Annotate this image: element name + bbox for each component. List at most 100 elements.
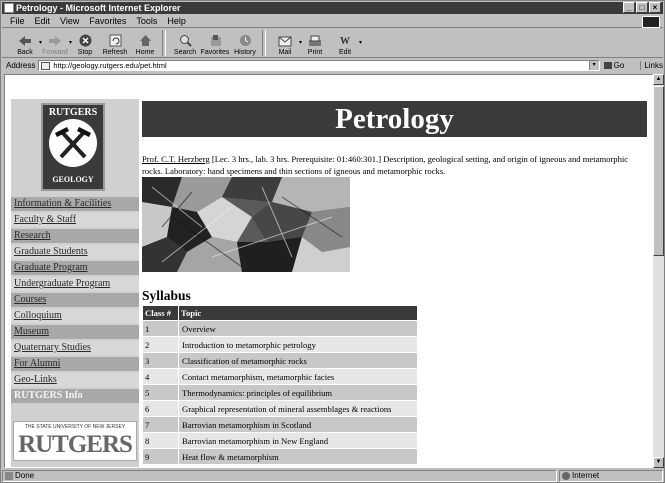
nav-undergraduate-program[interactable]: Undergraduate Program — [11, 277, 139, 291]
links-button[interactable]: Links — [640, 61, 663, 70]
mail-label: Mail — [278, 49, 292, 56]
history-label: History — [234, 49, 256, 56]
class-topic: Graphical representation of mineral asse… — [178, 400, 418, 417]
forward-button[interactable]: Forward ▾ — [40, 29, 72, 57]
sidebar: RUTGERS GEOLOGY Information & Facilities… — [11, 99, 139, 467]
menu-view[interactable]: View — [60, 15, 79, 27]
address-input[interactable]: http://geology.rutgers.edu/pet.html ▾ — [38, 60, 600, 71]
close-button[interactable]: × — [649, 2, 661, 13]
search-icon — [178, 34, 192, 47]
refresh-button[interactable]: Refresh — [100, 29, 130, 57]
history-button[interactable]: History — [230, 29, 260, 57]
menu-tools[interactable]: Tools — [136, 15, 157, 27]
toolbar-separator — [262, 30, 266, 56]
stop-label: Stop — [77, 49, 93, 56]
logo-bottom-text: GEOLOGY — [52, 175, 94, 184]
nav-faculty-staff[interactable]: Faculty & Staff — [11, 213, 139, 227]
class-topic: Contact metamorphism, metamorphic facies — [178, 368, 418, 385]
svg-text:W: W — [340, 36, 350, 47]
table-row: 1 Overview — [142, 320, 418, 337]
zone-text: Internet — [572, 471, 600, 480]
minimize-button[interactable]: _ — [623, 2, 635, 13]
address-dropdown-button[interactable]: ▾ — [588, 61, 599, 70]
favorites-button[interactable]: Favorites — [200, 29, 230, 57]
forward-label: Forward — [42, 49, 68, 56]
windows-logo-throbber-icon — [642, 16, 660, 28]
menu-bar: File Edit View Favorites Tools Help — [2, 15, 663, 28]
page-icon — [41, 62, 51, 70]
page-viewport: RUTGERS GEOLOGY Information & Facilities… — [4, 74, 653, 468]
table-row: 3 Classification of metamorphic rocks — [142, 352, 418, 369]
favorites-label: Favorites — [200, 49, 230, 56]
back-button[interactable]: Back ▾ — [10, 29, 42, 57]
nav-courses[interactable]: Courses — [11, 293, 139, 307]
nav-research[interactable]: Research — [11, 229, 139, 243]
column-header-class: Class # — [142, 305, 179, 321]
page-done-icon — [5, 472, 13, 480]
go-button[interactable]: Go — [603, 61, 624, 70]
table-row: 8 Barrovian metamorphism in New England — [142, 432, 418, 449]
mail-icon — [278, 34, 292, 47]
nav-graduate-program[interactable]: Graduate Program — [11, 261, 139, 275]
nav-graduate-students[interactable]: Graduate Students — [11, 245, 139, 259]
class-topic: Introduction to metamorphic petrology — [178, 336, 418, 353]
maximize-button[interactable]: □ — [636, 2, 648, 13]
course-description: Prof. C.T. Herzberg [Lec. 3 hrs., lab. 3… — [142, 153, 647, 177]
title-bar: Petrology - Microsoft Internet Explorer … — [2, 2, 663, 14]
column-header-topic: Topic — [178, 305, 418, 321]
scroll-thumb[interactable] — [653, 86, 664, 256]
class-number: 5 — [142, 384, 179, 401]
menu-favorites[interactable]: Favorites — [89, 15, 126, 27]
nav-museum[interactable]: Museum — [11, 325, 139, 339]
menu-edit[interactable]: Edit — [35, 15, 51, 27]
table-row: 9 Heat flow & metamorphism — [142, 448, 418, 465]
address-bar: Address http://geology.rutgers.edu/pet.h… — [2, 59, 663, 72]
class-topic: Heat flow & metamorphism — [178, 448, 418, 465]
class-topic: Classification of metamorphic rocks — [178, 352, 418, 369]
class-number: 3 — [142, 352, 179, 369]
professor-link[interactable]: Prof. C.T. Herzberg — [142, 154, 210, 164]
vertical-scrollbar[interactable]: ▲ ▼ — [653, 74, 664, 468]
logo-top-text: RUTGERS — [48, 107, 98, 118]
nav-geo-links[interactable]: Geo-Links — [11, 373, 139, 387]
standard-toolbar: Back ▾ Forward ▾ Stop Refresh Home Searc… — [2, 29, 663, 58]
table-header-row: Class # Topic — [142, 305, 418, 321]
class-topic: Overview — [178, 320, 418, 337]
refresh-label: Refresh — [102, 49, 128, 56]
print-button[interactable]: Print — [300, 29, 330, 57]
edit-button[interactable]: W Edit ▾ — [330, 29, 362, 57]
scroll-down-button[interactable]: ▼ — [653, 457, 664, 468]
window-title: Petrology - Microsoft Internet Explorer — [16, 3, 181, 13]
search-button[interactable]: Search — [170, 29, 200, 57]
menu-file[interactable]: File — [10, 15, 25, 27]
history-icon — [238, 34, 252, 47]
home-button[interactable]: Home — [130, 29, 160, 57]
nav-for-alumni[interactable]: For Alumni — [11, 357, 139, 371]
stop-icon — [78, 34, 92, 47]
rutgers-geology-logo[interactable]: RUTGERS GEOLOGY — [41, 103, 105, 191]
home-label: Home — [135, 49, 155, 56]
syllabus-table: Class # Topic 1 Overview 2 Introduction to… — [142, 305, 418, 465]
table-row: 7 Barrovian metamorphism in Scotland — [142, 416, 418, 433]
mail-button[interactable]: Mail ▾ — [270, 29, 302, 57]
rutgers-wordmark: RUTGERS — [18, 431, 133, 458]
back-arrow-icon — [18, 34, 32, 47]
menu-help[interactable]: Help — [167, 15, 186, 27]
class-topic: Barrovian metamorphism in New England — [178, 432, 418, 449]
nav-quaternary-studies[interactable]: Quaternary Studies — [11, 341, 139, 355]
class-number: 6 — [142, 400, 179, 417]
nav-rutgers-info[interactable]: RUTGERS Info — [11, 389, 139, 403]
table-row: 4 Contact metamorphism, metamorphic facie… — [142, 368, 418, 385]
print-label: Print — [307, 49, 323, 56]
toolbar-separator — [162, 30, 166, 56]
edit-icon: W — [338, 34, 352, 47]
nav-information-facilities[interactable]: Information & Facilities — [11, 197, 139, 211]
table-row: 2 Introduction to metamorphic petrology — [142, 336, 418, 353]
nav-colloquium[interactable]: Colloquium — [11, 309, 139, 323]
back-label: Back — [17, 49, 33, 56]
table-row: 6 Graphical representation of mineral ass… — [142, 400, 418, 417]
scroll-up-button[interactable]: ▲ — [653, 74, 664, 85]
rutgers-university-logo[interactable]: THE STATE UNIVERSITY OF NEW JERSEY RUTGE… — [13, 421, 137, 461]
print-icon — [308, 34, 322, 47]
stop-button[interactable]: Stop — [70, 29, 100, 57]
